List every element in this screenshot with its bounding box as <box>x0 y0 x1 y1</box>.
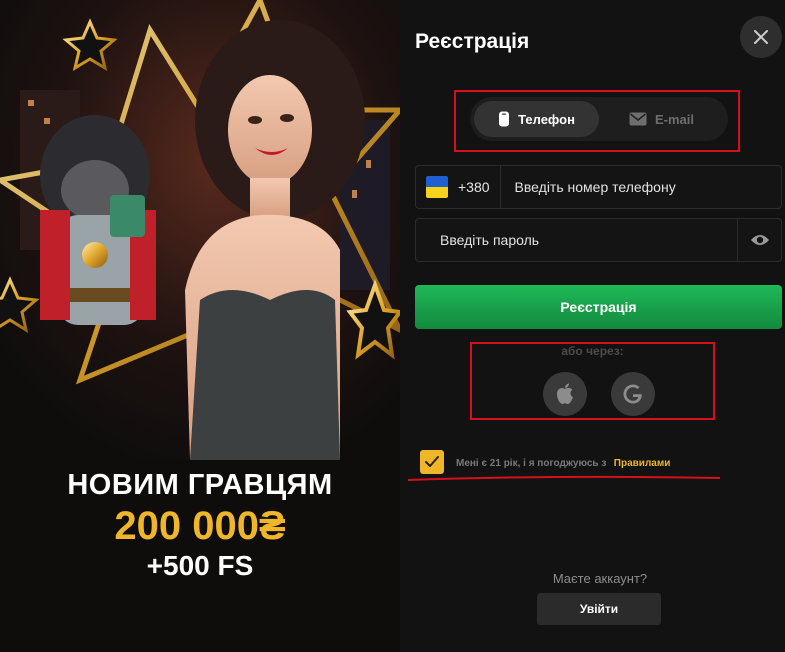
phone-input[interactable] <box>500 166 781 208</box>
eye-icon <box>750 235 769 245</box>
promo-bonus-amount: 200 000₴ <box>114 504 286 548</box>
ukraine-flag-icon <box>426 176 448 198</box>
consent-text: Мені є 21 рік, і я погоджуюсь з <box>456 458 607 469</box>
promo-headline: НОВИМ ГРАВЦЯМ <box>67 469 333 501</box>
phone-icon <box>499 111 510 127</box>
checkmark-icon <box>425 456 439 467</box>
promo-freespins: +500 FS <box>146 550 254 581</box>
registration-modal: НОВИМ ГРАВЦЯМ 200 000₴ +500 FS Реєстраці… <box>0 0 785 652</box>
registration-form: Реєстрація Телефон E-mail +380 Введіть н… <box>400 0 785 652</box>
have-account-label: Маєте аккаунт? <box>552 571 648 586</box>
apple-login-button[interactable] <box>543 372 587 416</box>
close-icon <box>754 30 768 44</box>
login-button[interactable]: Увійти <box>537 593 661 625</box>
tab-phone-label: Телефон <box>518 111 575 127</box>
password-field-row <box>415 218 782 262</box>
rules-link[interactable]: Правилами <box>614 458 671 469</box>
form-title: Реєстрація <box>415 30 530 53</box>
registration-method-tabs: Телефон E-mail <box>470 97 728 141</box>
country-code-selector[interactable]: +380 <box>416 166 501 208</box>
mail-icon <box>629 112 647 126</box>
register-button[interactable]: Реєстрація <box>415 285 782 329</box>
promo-text: НОВИМ ГРАВЦЯМ 200 000₴ +500 FS <box>0 468 400 582</box>
google-login-button[interactable] <box>611 372 655 416</box>
age-consent-checkbox[interactable] <box>420 450 444 474</box>
toggle-password-visibility-button[interactable] <box>737 219 781 261</box>
tab-email[interactable]: E-mail <box>599 101 724 137</box>
highlight-underline <box>407 475 721 481</box>
apple-icon <box>557 383 573 404</box>
password-input[interactable] <box>416 219 737 261</box>
close-button[interactable] <box>740 16 782 58</box>
consent-row: Мені є 21 рік, і я погоджуюсь з Правилам… <box>420 450 670 474</box>
tab-email-label: E-mail <box>654 111 694 127</box>
or-via-label: або через: <box>561 344 624 358</box>
google-icon <box>623 384 642 404</box>
country-code: +380 <box>458 179 490 195</box>
promo-panel: НОВИМ ГРАВЦЯМ 200 000₴ +500 FS <box>0 0 400 652</box>
phone-field-row: +380 <box>415 165 782 209</box>
promo-illustration <box>0 0 400 460</box>
tab-phone[interactable]: Телефон <box>474 101 599 137</box>
